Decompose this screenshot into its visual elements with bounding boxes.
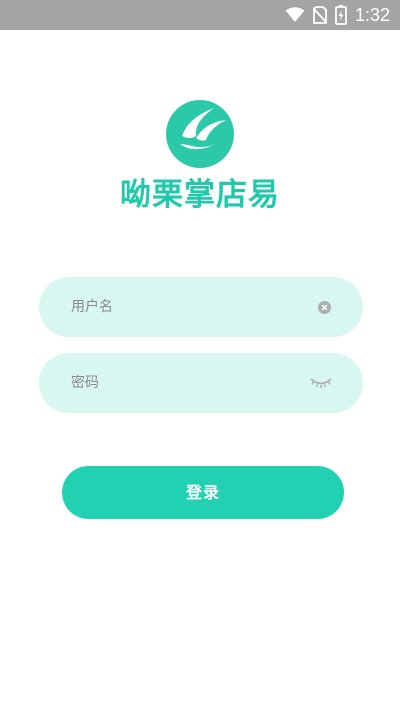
login-button[interactable]: 登录 xyxy=(62,466,344,519)
status-bar: 1:32 xyxy=(0,0,400,30)
battery-charging-icon xyxy=(335,5,347,25)
status-icons: 1:32 xyxy=(285,0,390,30)
app-name: 呦栗掌店易 xyxy=(120,177,280,213)
password-input[interactable] xyxy=(71,353,311,413)
wifi-icon xyxy=(285,7,305,22)
username-input[interactable] xyxy=(71,277,311,337)
eye-closed-icon[interactable] xyxy=(309,375,333,391)
leaf-logo xyxy=(166,100,234,168)
username-field[interactable] xyxy=(39,277,363,337)
clear-icon[interactable] xyxy=(318,301,331,314)
status-time: 1:32 xyxy=(354,5,390,25)
password-field[interactable] xyxy=(39,353,363,413)
no-sim-icon xyxy=(312,6,327,24)
